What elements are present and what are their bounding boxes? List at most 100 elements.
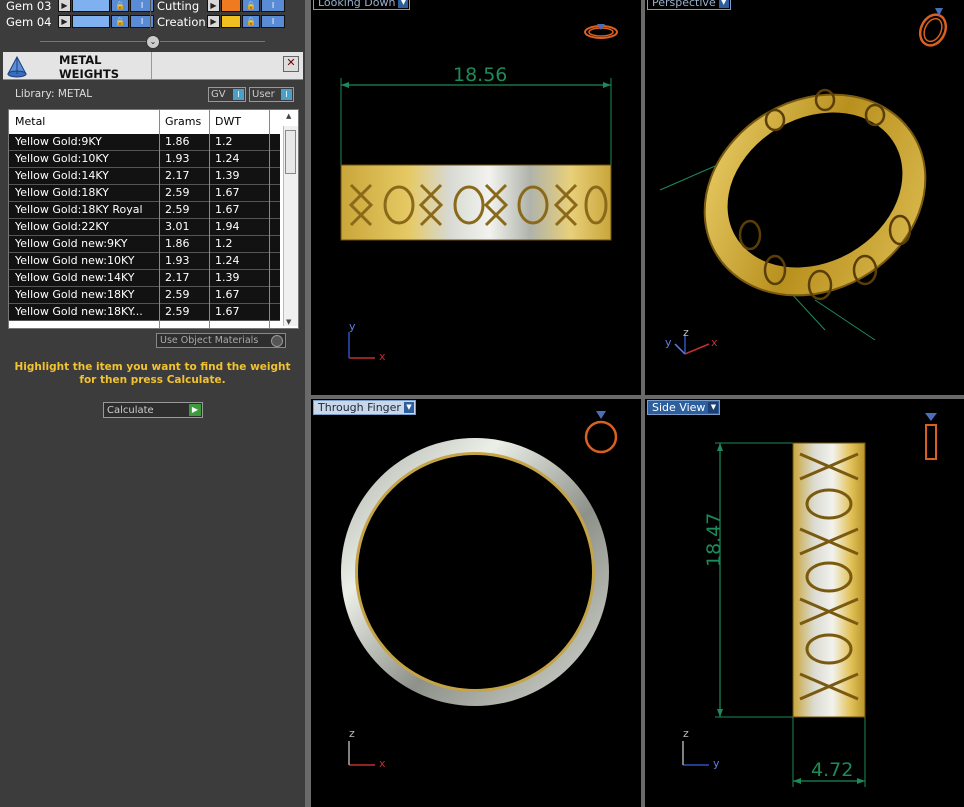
play-icon[interactable]: ▶ — [58, 15, 71, 28]
gv-toggle[interactable]: GV I — [208, 87, 246, 102]
cell-metal: Yellow Gold:10KY — [15, 152, 109, 165]
layer-color-swatch[interactable] — [72, 0, 110, 12]
cell-metal: Yellow Gold new:18KY... — [15, 305, 143, 318]
scroll-down-icon[interactable]: ▼ — [286, 318, 291, 326]
panel-title: METAL WEIGHTS — [59, 53, 120, 81]
cell-grams: 2.17 — [165, 169, 190, 182]
table-row[interactable]: Yellow Gold:9KY 1.86 1.2 — [9, 134, 280, 151]
table-scrollbar[interactable]: ▲ ▼ — [283, 112, 298, 326]
layer-controls[interactable]: ▶ 🔒 I — [58, 0, 154, 12]
calculate-button[interactable]: Calculate ▶ — [103, 402, 203, 418]
cell-dwt: 1.39 — [215, 169, 240, 182]
viewport-looking-down[interactable]: Looking Down ▼ 18.56 x y — [311, 0, 641, 395]
cell-metal: Yellow Gold:18KY — [15, 186, 109, 199]
table-row[interactable]: Yellow Gold new:14KY 2.17 1.39 — [9, 270, 280, 287]
column-header-grams[interactable]: Grams — [165, 115, 201, 128]
scroll-up-icon[interactable]: ▲ — [286, 112, 291, 120]
layer-color-swatch[interactable] — [221, 0, 241, 12]
layer-name: Gem 04 — [6, 15, 52, 29]
cell-grams: 1.86 — [165, 237, 190, 250]
user-toggle[interactable]: User I — [249, 87, 294, 102]
table-rows: Yellow Gold:9KY 1.86 1.2 Yellow Gold:10KY 1.… — [9, 134, 280, 321]
table-header: Metal Grams DWT — [9, 110, 281, 132]
axis-z-label: z — [683, 727, 689, 740]
cell-grams: 2.17 — [165, 271, 190, 284]
cell-dwt: 1.67 — [215, 186, 240, 199]
lock-icon[interactable]: 🔒 — [242, 15, 260, 28]
cell-dwt: 1.67 — [215, 288, 240, 301]
metal-weights-icon — [5, 54, 29, 78]
axis-x-label: x — [379, 350, 386, 363]
table-row[interactable]: Yellow Gold:14KY 2.17 1.39 — [9, 168, 280, 185]
lock-icon[interactable]: 🔒 — [111, 15, 129, 28]
cell-dwt: 1.67 — [215, 203, 240, 216]
lock-icon[interactable]: 🔒 — [111, 0, 129, 12]
play-icon[interactable]: ▶ — [207, 0, 220, 12]
table-row[interactable]: Yellow Gold new:9KY 1.86 1.2 — [9, 236, 280, 253]
layer-row-creation[interactable]: Creation ▶ 🔒 I — [157, 14, 297, 30]
play-icon: ▶ — [189, 404, 201, 416]
visibility-toggle[interactable]: I — [261, 0, 285, 12]
layer-controls[interactable]: ▶ 🔒 I — [207, 0, 285, 12]
visibility-toggle[interactable]: I — [261, 15, 285, 28]
cell-grams: 2.59 — [165, 186, 190, 199]
layer-color-swatch[interactable] — [72, 15, 110, 28]
cell-grams: 1.86 — [165, 135, 190, 148]
column-divider — [269, 110, 270, 328]
cell-metal: Yellow Gold new:9KY — [15, 237, 128, 250]
column-header-dwt[interactable]: DWT — [215, 115, 241, 128]
cell-dwt: 1.94 — [215, 220, 240, 233]
layer-row-cutting[interactable]: Cutting ▶ 🔒 I — [157, 0, 297, 14]
cell-metal: Yellow Gold:14KY — [15, 169, 109, 182]
cell-dwt: 1.2 — [215, 135, 233, 148]
panel-tab[interactable]: METAL WEIGHTS — [29, 52, 152, 81]
gv-label: GV — [211, 89, 226, 100]
collapse-chevron-icon[interactable]: ⌄ — [146, 35, 160, 49]
metal-table[interactable]: Metal Grams DWT Yellow Gold:9KY 1.86 1.2 Ye… — [8, 109, 299, 329]
table-row[interactable]: Yellow Gold:10KY 1.93 1.24 — [9, 151, 280, 168]
table-row[interactable]: Yellow Gold:18KY 2.59 1.67 — [9, 185, 280, 202]
column-header-metal[interactable]: Metal — [15, 115, 45, 128]
cell-metal: Yellow Gold:18KY Royal — [15, 203, 143, 216]
table-row[interactable]: Yellow Gold:22KY 3.01 1.94 — [9, 219, 280, 236]
cell-dwt: 1.2 — [215, 237, 233, 250]
play-icon[interactable]: ▶ — [58, 0, 71, 12]
toggle-indicator-icon: I — [281, 89, 292, 100]
viewport-perspective[interactable]: Perspective ▼ y z x — [645, 0, 964, 395]
table-row[interactable]: Yellow Gold new:10KY 1.93 1.24 — [9, 253, 280, 270]
table-row[interactable]: Yellow Gold new:18KY... 2.59 1.67 — [9, 304, 280, 321]
layer-row-gem-03[interactable]: Gem 03 ▶ 🔒 I — [6, 0, 154, 14]
left-panel: Gem 03 ▶ 🔒 I Gem 04 ▶ 🔒 I Cutting ▶ 🔒 I … — [0, 0, 305, 807]
cell-metal: Yellow Gold:9KY — [15, 135, 102, 148]
axis-gizmo: y z — [679, 727, 729, 772]
play-icon[interactable]: ▶ — [207, 15, 220, 28]
layer-divider — [150, 0, 151, 30]
layer-color-swatch[interactable] — [221, 15, 241, 28]
layer-controls[interactable]: ▶ 🔒 I — [207, 15, 285, 28]
viewport-through-finger[interactable]: Through Finger ▼ x z — [311, 399, 641, 807]
lock-icon[interactable]: 🔒 — [242, 0, 260, 12]
layer-controls[interactable]: ▶ 🔒 I — [58, 15, 154, 28]
layer-name: Gem 03 — [6, 0, 52, 13]
axis-y-label: y — [713, 757, 720, 770]
library-label: Library: METAL — [15, 88, 93, 100]
cell-grams: 2.59 — [165, 305, 190, 318]
axis-x-label: x — [711, 336, 718, 349]
scrollbar-thumb[interactable] — [285, 130, 296, 174]
close-icon[interactable]: ✕ — [283, 56, 299, 72]
column-divider — [159, 110, 160, 328]
hint-text: Highlight the item you want to find the … — [14, 361, 291, 386]
axis-gizmo: x z — [345, 727, 395, 772]
cell-grams: 3.01 — [165, 220, 190, 233]
cell-grams: 2.59 — [165, 288, 190, 301]
viewport-side-view[interactable]: Side View ▼ 18.47 4.72 y z — [645, 399, 964, 807]
axis-gizmo: y z x — [665, 326, 725, 361]
table-row[interactable]: Yellow Gold new:18KY 2.59 1.67 — [9, 287, 280, 304]
toggle-indicator-icon: I — [233, 89, 244, 100]
use-object-materials-option[interactable]: Use Object Materials — [156, 333, 286, 348]
radio-icon[interactable] — [271, 335, 283, 347]
table-row[interactable]: Yellow Gold:18KY Royal 2.59 1.67 — [9, 202, 280, 219]
layer-row-gem-04[interactable]: Gem 04 ▶ 🔒 I — [6, 14, 154, 30]
axis-z-label: z — [683, 326, 689, 339]
cell-dwt: 1.39 — [215, 271, 240, 284]
